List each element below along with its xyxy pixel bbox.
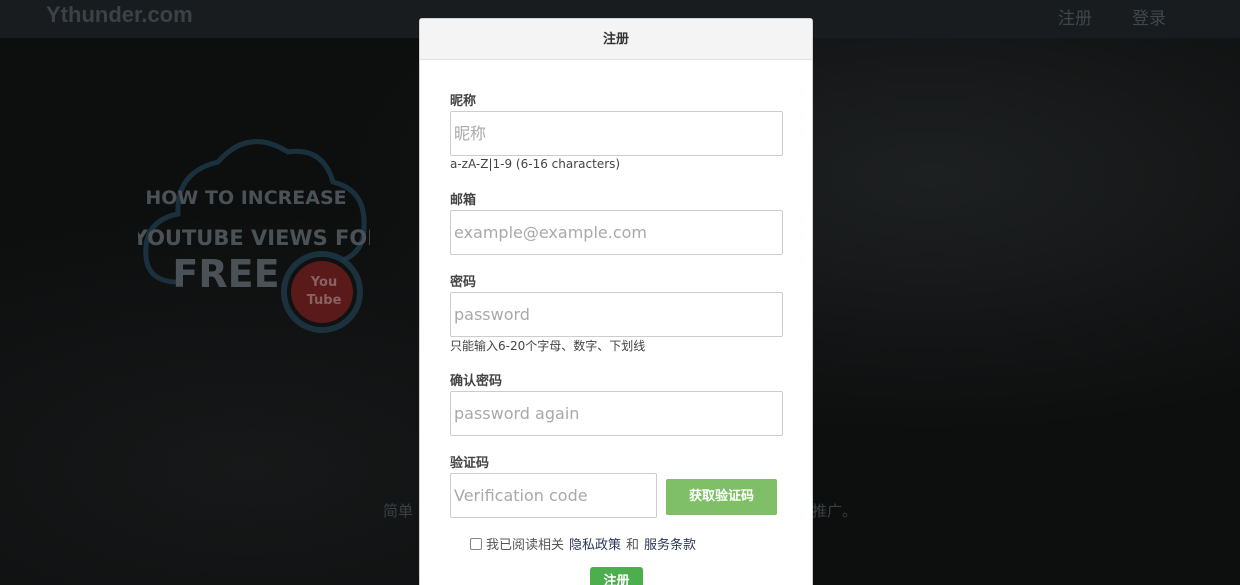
nickname-input[interactable] <box>450 111 783 156</box>
promo-cloud-image: HOW TO INCREASE YOUTUBE VIEWS FOR FREE Y… <box>138 139 370 333</box>
terms-of-service-link[interactable]: 服务条款 <box>644 534 696 553</box>
privacy-policy-link[interactable]: 隐私政策 <box>569 534 621 553</box>
promo-badge-bottom: Tube <box>307 293 342 308</box>
nav-register-link[interactable]: 注册 <box>1058 4 1092 29</box>
promo-badge-top: You <box>310 275 337 290</box>
register-modal: 注册 昵称 a-zA-Z|1-9 (6-16 characters) 邮箱 密码… <box>419 18 813 585</box>
agreement-checkbox[interactable] <box>470 537 482 550</box>
verification-code-input[interactable] <box>450 473 657 518</box>
email-label: 邮箱 <box>450 193 477 208</box>
agreement-row: 我已阅读相关 隐私政策 和 服务条款 <box>470 534 701 553</box>
nickname-label: 昵称 <box>450 94 477 109</box>
confirm-password-label: 确认密码 <box>450 374 503 389</box>
password-input[interactable] <box>450 292 783 337</box>
modal-title: 注册 <box>420 19 812 60</box>
nickname-hint: a-zA-Z|1-9 (6-16 characters) <box>450 157 621 171</box>
agreement-and: 和 <box>626 538 640 553</box>
agreement-text: 我已阅读相关 <box>486 538 565 553</box>
promo-line-3: FREE <box>172 252 279 296</box>
nav-login-link[interactable]: 登录 <box>1132 4 1166 29</box>
confirm-password-input[interactable] <box>450 391 783 436</box>
email-input[interactable] <box>450 210 783 255</box>
verification-code-label: 验证码 <box>450 456 490 471</box>
background-tagline-start: 简单 <box>383 502 414 520</box>
password-label: 密码 <box>450 275 477 290</box>
promo-line-1: HOW TO INCREASE <box>145 187 346 209</box>
get-code-button[interactable]: 获取验证码 <box>666 479 777 515</box>
submit-register-button[interactable]: 注册 <box>590 567 643 585</box>
background-tagline-end: 推广。 <box>812 502 858 520</box>
password-hint: 只能输入6-20个字母、数字、下划线 <box>450 339 646 353</box>
promo-line-2: YOUTUBE VIEWS FOR <box>138 226 370 250</box>
site-logo[interactable]: Ythunder.com <box>46 2 193 28</box>
